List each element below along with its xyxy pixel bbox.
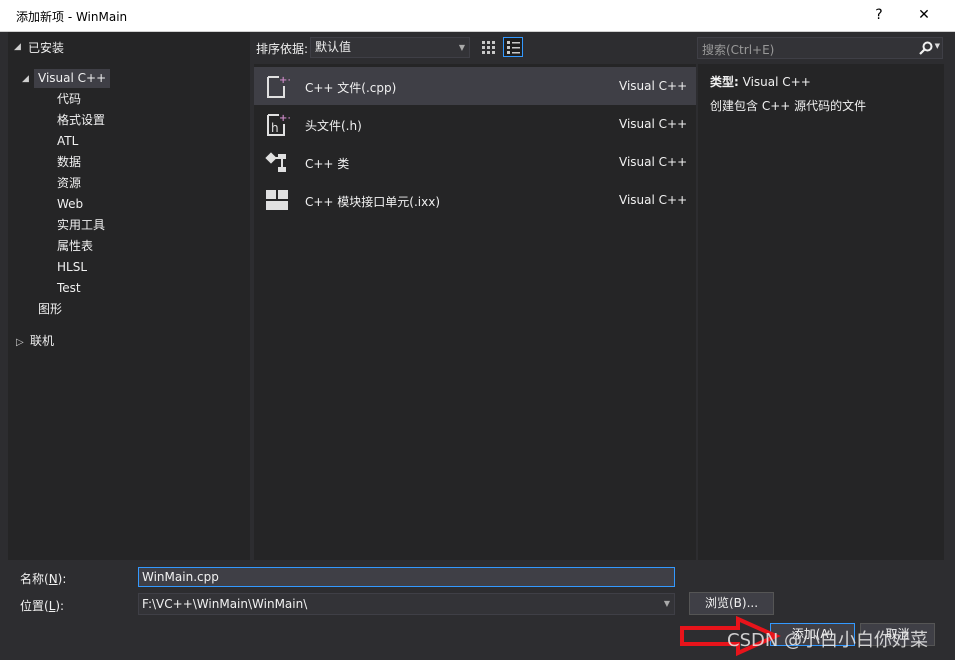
template-language: Visual C++ bbox=[619, 117, 688, 131]
type-label: 类型: bbox=[710, 75, 739, 89]
csdn-watermark: CSDN @小白小白你好菜 bbox=[727, 630, 929, 651]
details-panel: 类型: Visual C++ 创建包含 C++ 源代码的文件 bbox=[698, 64, 944, 560]
template-list: ++ C++ 文件(.cpp) Visual C++ h ++ 头文件(.h) … bbox=[254, 64, 696, 560]
tree-item-atl[interactable]: ATL bbox=[53, 132, 82, 151]
location-field[interactable]: F:\VC++\WinMain\WinMain\ ▼ bbox=[138, 593, 675, 615]
close-button[interactable]: ✕ bbox=[909, 4, 939, 26]
installed-header[interactable]: 已安装 bbox=[28, 39, 64, 56]
name-label: 名称(N): bbox=[20, 572, 67, 586]
tree-item-hlsl[interactable]: HLSL bbox=[53, 258, 91, 277]
template-name: 头文件(.h) bbox=[305, 119, 362, 133]
template-language: Visual C++ bbox=[619, 79, 688, 93]
tree-item-web[interactable]: Web bbox=[53, 195, 87, 214]
template-name: C++ 模块接口单元(.ixx) bbox=[305, 195, 441, 209]
template-description: 创建包含 C++ 源代码的文件 bbox=[710, 99, 867, 113]
collapsed-arrow-icon[interactable]: ▷ bbox=[16, 337, 24, 348]
sort-dropdown[interactable]: 默认值 ▼ bbox=[310, 37, 470, 58]
expanded-arrow-icon[interactable]: ◢ bbox=[14, 42, 21, 52]
tree-item-data[interactable]: 数据 bbox=[53, 153, 85, 172]
svg-text:h: h bbox=[271, 121, 279, 135]
template-language: Visual C++ bbox=[619, 155, 688, 169]
location-label: 位置(L): bbox=[20, 599, 65, 613]
template-item-class[interactable]: C++ 类 Visual C++ bbox=[254, 143, 696, 181]
sort-value: 默认值 bbox=[315, 40, 352, 54]
search-input[interactable]: 搜索(Ctrl+E) bbox=[702, 41, 774, 58]
grid-view-icon bbox=[482, 41, 495, 54]
template-name: C++ 文件(.cpp) bbox=[305, 81, 397, 95]
template-item-module[interactable]: C++ 模块接口单元(.ixx) Visual C++ bbox=[254, 181, 696, 219]
list-view-button[interactable] bbox=[503, 37, 523, 57]
type-value: Visual C++ bbox=[742, 75, 811, 89]
list-view-icon bbox=[507, 41, 520, 54]
header-file-icon: h ++ bbox=[267, 113, 290, 136]
tree-item-property-sheet[interactable]: 属性表 bbox=[53, 237, 97, 256]
grid-view-button[interactable] bbox=[478, 37, 498, 57]
tree-item-formatting[interactable]: 格式设置 bbox=[53, 111, 109, 130]
tree-item-test[interactable]: Test bbox=[53, 279, 85, 298]
title-bar: 添加新项 - WinMain ? ✕ bbox=[0, 0, 955, 32]
cpp-file-icon: ++ bbox=[267, 75, 290, 98]
template-name: C++ 类 bbox=[305, 157, 350, 171]
category-tree: ◢ 已安装 ◢ Visual C++ 代码 格式设置 ATL 数据 资源 Web… bbox=[8, 32, 250, 560]
location-value: F:\VC++\WinMain\WinMain\ bbox=[142, 597, 308, 611]
tree-item-visual-cpp[interactable]: Visual C++ bbox=[34, 69, 111, 88]
search-icon[interactable] bbox=[918, 40, 934, 56]
sort-label: 排序依据: bbox=[256, 42, 309, 56]
tree-item-graphics[interactable]: 图形 bbox=[34, 300, 66, 319]
template-language: Visual C++ bbox=[619, 193, 688, 207]
template-item-cpp[interactable]: ++ C++ 文件(.cpp) Visual C++ bbox=[254, 67, 696, 105]
help-button[interactable]: ? bbox=[864, 4, 894, 26]
search-box[interactable]: 搜索(Ctrl+E) ▼ bbox=[697, 37, 943, 59]
chevron-down-icon: ▼ bbox=[458, 43, 465, 52]
type-line: 类型: Visual C++ bbox=[710, 73, 811, 90]
window-title: 添加新项 - WinMain bbox=[16, 10, 128, 24]
tree-item-resource[interactable]: 资源 bbox=[53, 174, 85, 193]
svg-text:++: ++ bbox=[279, 113, 290, 124]
chevron-down-icon[interactable]: ▼ bbox=[664, 594, 670, 614]
tree-item-code[interactable]: 代码 bbox=[53, 90, 85, 109]
module-icon bbox=[266, 190, 288, 210]
class-icon bbox=[265, 152, 286, 172]
chevron-down-icon[interactable]: ▼ bbox=[935, 42, 940, 50]
template-item-header[interactable]: h ++ 头文件(.h) Visual C++ bbox=[254, 105, 696, 143]
name-field[interactable]: WinMain.cpp bbox=[138, 567, 675, 587]
tree-item-utility[interactable]: 实用工具 bbox=[53, 216, 109, 235]
expanded-arrow-icon[interactable]: ◢ bbox=[22, 74, 29, 84]
svg-text:++: ++ bbox=[279, 75, 290, 86]
tree-item-online[interactable]: 联机 bbox=[26, 332, 58, 351]
browse-button[interactable]: 浏览(B)... bbox=[689, 592, 774, 615]
